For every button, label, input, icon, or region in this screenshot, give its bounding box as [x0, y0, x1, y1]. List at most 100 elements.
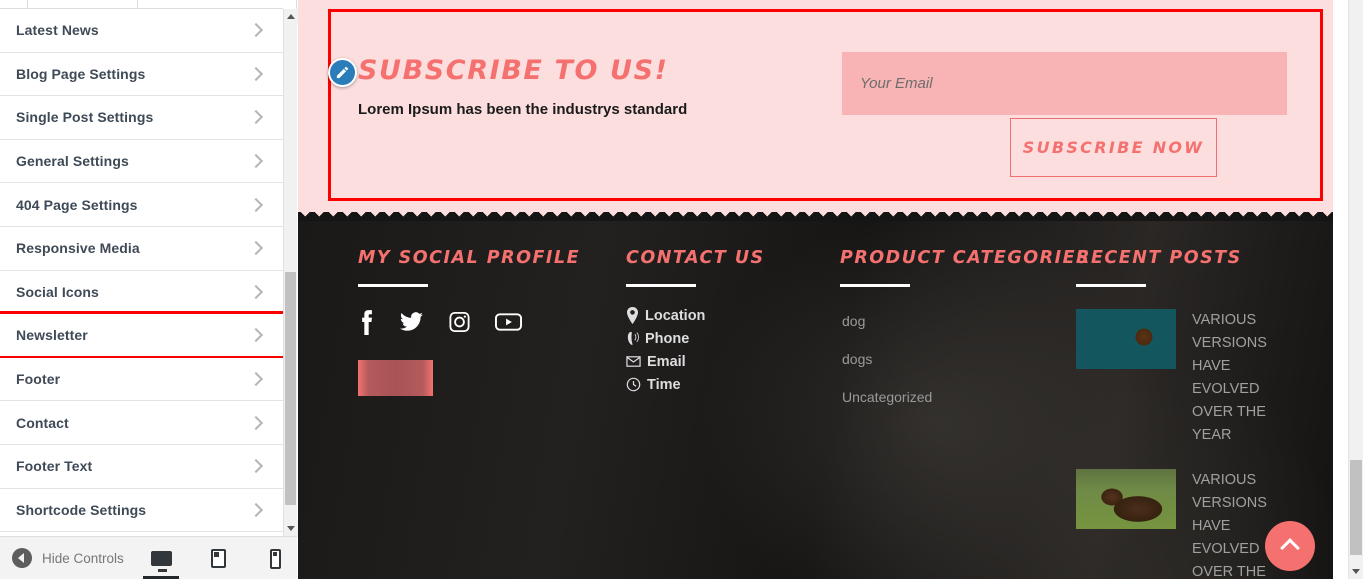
edit-newsletter-pencil-icon[interactable] [328, 58, 357, 87]
instagram-icon[interactable] [448, 309, 471, 335]
sidebar-item-shortcode-settings[interactable]: Shortcode Settings [0, 488, 283, 533]
footer-widgets: MY SOCIAL PROFILE CONTACT US Location Ph… [298, 212, 1333, 579]
sidebar-item-label: General Settings [16, 153, 129, 170]
newsletter-section: SUBSCRIBE TO US! Lorem Ipsum has been th… [298, 0, 1333, 212]
sidebar-item-label: Latest News [16, 22, 99, 39]
contact-item-phone[interactable]: Phone [626, 330, 765, 347]
sidebar-scrollbar[interactable] [283, 9, 298, 536]
contact-list: Location Phone Email Time [626, 307, 765, 393]
title-underline [358, 284, 428, 287]
site-preview-frame: SUBSCRIBE TO US! Lorem Ipsum has been th… [298, 0, 1348, 579]
chevron-right-icon [249, 198, 263, 212]
social-widget-block [358, 360, 433, 396]
mobile-icon [269, 548, 281, 569]
sidebar-item-single-post-settings[interactable]: Single Post Settings [0, 96, 283, 140]
category-list: dog dogs Uncategorized [840, 313, 1090, 405]
youtube-icon[interactable] [495, 309, 522, 335]
category-item[interactable]: dog [840, 313, 1090, 329]
sidebar-item-contact[interactable]: Contact [0, 401, 283, 445]
hide-controls-label: Hide Controls [42, 550, 124, 566]
category-item[interactable]: Uncategorized [840, 389, 1090, 405]
sidebar-item-label: Newsletter [16, 327, 88, 344]
email-input[interactable] [842, 52, 1287, 115]
scroll-down-arrow-icon[interactable] [284, 521, 298, 536]
device-preview-group [143, 537, 287, 579]
sidebar-item-label: Blog Page Settings [16, 65, 146, 82]
sidebar-item-label: Social Icons [16, 283, 99, 300]
scroll-up-arrow-icon[interactable] [284, 9, 298, 24]
sidebar-item-blog-page-settings[interactable]: Blog Page Settings [0, 52, 283, 97]
mobile-preview-button[interactable] [263, 537, 287, 579]
contact-label: Email [647, 353, 686, 370]
sidebar-item-newsletter[interactable]: Newsletter [0, 311, 283, 359]
newsletter-title: SUBSCRIBE TO US! [358, 55, 669, 86]
collapse-arrow-icon [12, 548, 32, 568]
contact-item-email[interactable]: Email [626, 353, 765, 370]
widget-social-profile: MY SOCIAL PROFILE [358, 248, 580, 396]
category-item[interactable]: dogs [840, 351, 1090, 367]
widget-title-recent-posts: RECENT POSTS [1076, 248, 1242, 268]
contact-item-time[interactable]: Time [626, 376, 765, 393]
sidebar-item-label: 404 Page Settings [16, 196, 138, 213]
chevron-right-icon [249, 241, 263, 255]
post-thumbnail[interactable] [1076, 309, 1176, 369]
sidebar-item-label: Responsive Media [16, 240, 140, 257]
sidebar-item-label: Contact [16, 414, 69, 431]
chevron-right-icon [249, 503, 263, 517]
sidebar-footer-bar: Hide Controls [0, 536, 297, 579]
preview-scrollbar[interactable] [1348, 0, 1363, 579]
post-title[interactable]: VARIOUS VERSIONS HAVE EVOLVED OVER THE Y… [1192, 309, 1277, 447]
sidebar-item-footer[interactable]: Footer [0, 357, 283, 402]
title-underline [1076, 284, 1146, 287]
preview-scrollbar-thumb[interactable] [1350, 460, 1362, 555]
sidebar-item-social-icons[interactable]: Social Icons [0, 270, 283, 315]
social-icon-row [358, 309, 580, 335]
recent-post-item: VARIOUS VERSIONS HAVE EVOLVED OVER THE Y… [1076, 309, 1277, 447]
chevron-right-icon [249, 154, 263, 168]
chevron-right-icon [249, 67, 263, 81]
twitter-icon[interactable] [399, 309, 424, 335]
sidebar-item-footer-text[interactable]: Footer Text [0, 444, 283, 489]
clock-icon [626, 377, 641, 392]
scroll-down-arrow-icon[interactable] [1349, 563, 1363, 579]
chevron-right-icon [249, 328, 263, 342]
post-thumbnail[interactable] [1076, 469, 1176, 529]
desktop-icon [150, 551, 172, 572]
sidebar-item-404-page-settings[interactable]: 404 Page Settings [0, 183, 283, 227]
sidebar-item-latest-news[interactable]: Latest News [0, 9, 283, 53]
widget-recent-posts: RECENT POSTS VARIOUS VERSIONS HAVE EVOLV… [1076, 248, 1277, 579]
tablet-preview-button[interactable] [206, 537, 230, 579]
facebook-icon[interactable] [358, 309, 375, 335]
hide-controls-button[interactable]: Hide Controls [12, 548, 124, 568]
sidebar-item-label: Shortcode Settings [16, 501, 147, 518]
sidebar-section-list[interactable]: Latest News Blog Page Settings Single Post… [0, 9, 283, 536]
title-underline [626, 284, 696, 287]
chevron-right-icon [249, 285, 263, 299]
chevron-right-icon [249, 110, 263, 124]
subscribe-now-button[interactable]: SUBSCRIBE NOW [1010, 118, 1217, 177]
title-underline [840, 284, 910, 287]
widget-contact-us: CONTACT US Location Phone Email Time [626, 248, 765, 399]
sidebar-scrollbar-thumb[interactable] [285, 272, 296, 505]
desktop-preview-button[interactable] [143, 537, 179, 579]
chevron-right-icon [249, 23, 263, 37]
post-title[interactable]: VARIOUS VERSIONS HAVE EVOLVED OVER THE Y… [1192, 469, 1277, 579]
sidebar-item-responsive-media[interactable]: Responsive Media [0, 226, 283, 271]
customizer-screen: Latest News Blog Page Settings Single Post… [0, 0, 1363, 579]
chevron-right-icon [249, 416, 263, 430]
newsletter-description: Lorem Ipsum has been the industrys stand… [358, 101, 688, 118]
widget-product-categories: PRODUCT CATEGORIES dog dogs Uncategorized [840, 248, 1090, 427]
recent-post-item: VARIOUS VERSIONS HAVE EVOLVED OVER THE Y… [1076, 469, 1277, 579]
customizer-sidebar: Latest News Blog Page Settings Single Post… [0, 0, 298, 579]
map-pin-icon [626, 307, 639, 324]
back-to-top-button[interactable] [1265, 521, 1315, 571]
sidebar-item-label: Single Post Settings [16, 109, 154, 126]
sidebar-item-label: Footer Text [16, 458, 93, 475]
chevron-right-icon [249, 372, 263, 386]
contact-label: Phone [645, 330, 690, 347]
contact-item-location[interactable]: Location [626, 307, 765, 324]
sidebar-item-general-settings[interactable]: General Settings [0, 139, 283, 184]
widget-title-contact: CONTACT US [626, 248, 765, 268]
phone-icon [627, 331, 639, 345]
tablet-icon [210, 549, 226, 568]
